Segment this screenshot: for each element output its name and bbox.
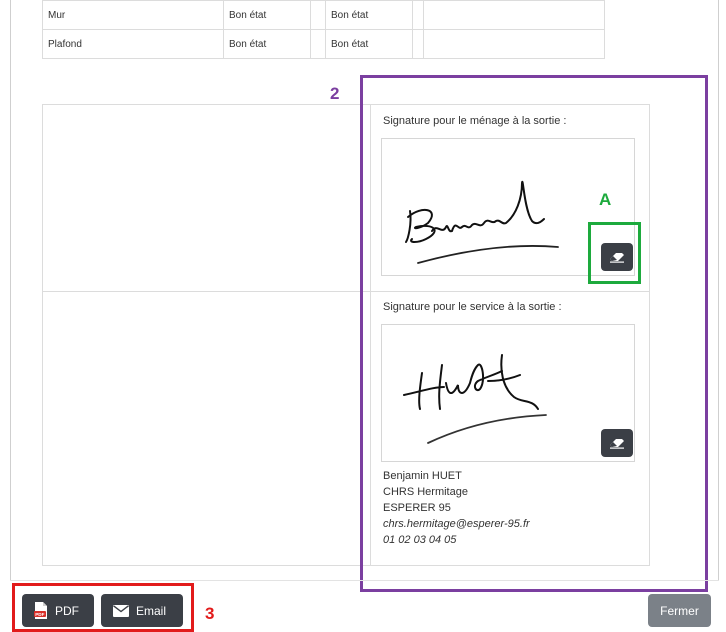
empty-cell [412,0,424,30]
close-button[interactable]: Fermer [648,594,711,627]
annotation-label-a: A [599,190,612,209]
annotation-box-3 [12,583,194,632]
annotation-box-2 [360,75,708,592]
empty-cell [310,0,326,30]
footer-divider [10,580,719,581]
inventory-table: Mur Bon état Bon état Plafond Bon état B… [42,0,605,59]
table-row: Plafond Bon état Bon état [42,29,605,59]
modal-left-border [10,0,11,580]
empty-cell [310,29,326,59]
entry-state-cell: Bon état [223,29,311,59]
empty-cell [412,29,424,59]
element-cell: Mur [42,0,224,30]
annotation-box-a [588,222,641,284]
comment-cell [423,29,605,59]
element-cell: Plafond [42,29,224,59]
modal-right-border [718,0,719,580]
table-row: Mur Bon état Bon état [42,0,605,30]
comment-cell [423,0,605,30]
annotation-label-3: 3 [205,604,215,623]
annotation-label-2: 2 [330,84,340,103]
entry-state-cell: Bon état [223,0,311,30]
exit-state-cell: Bon état [325,29,413,59]
exit-state-cell: Bon état [325,0,413,30]
